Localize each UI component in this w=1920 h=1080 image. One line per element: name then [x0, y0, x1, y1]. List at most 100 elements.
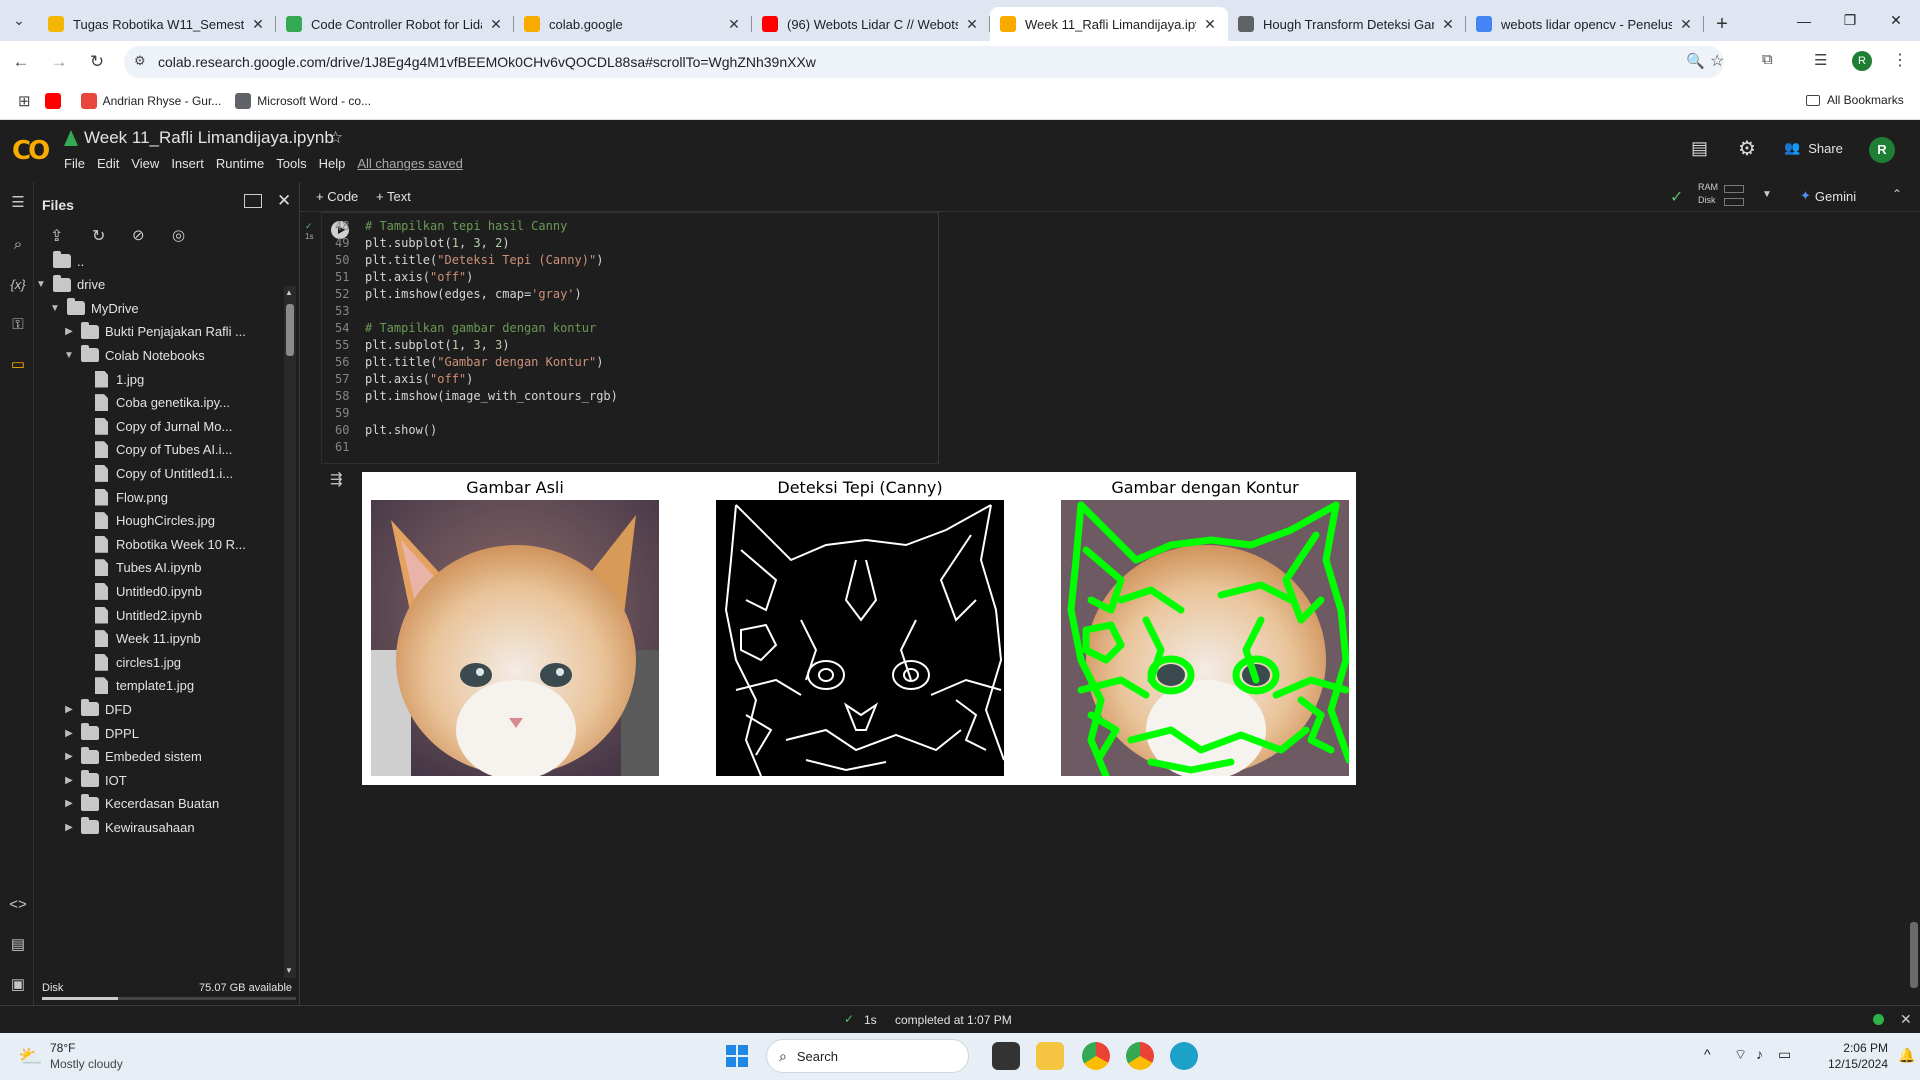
- tab-close-icon[interactable]: ✕: [1202, 16, 1218, 33]
- tab-4[interactable]: Week 11_Rafli Limandijaya.ipyn ✕: [990, 7, 1228, 41]
- zoom-icon[interactable]: 🔍: [1686, 52, 1705, 70]
- code-line[interactable]: 59: [335, 405, 365, 422]
- expand-right-arrow-icon[interactable]: ▶: [62, 798, 76, 809]
- notification-bell-icon[interactable]: 🔔: [1898, 1047, 1915, 1064]
- expand-right-arrow-icon[interactable]: ▶: [62, 326, 76, 337]
- code-line[interactable]: 56 plt.title("Gambar dengan Kontur"): [335, 354, 603, 371]
- clock-time[interactable]: 2:06 PM: [1808, 1041, 1888, 1055]
- chrome-profile-1-icon[interactable]: [1082, 1042, 1110, 1070]
- code-line[interactable]: 60 plt.show(): [335, 422, 437, 439]
- upload-icon[interactable]: ⇪: [50, 226, 63, 246]
- notebook-title[interactable]: Week 11_Rafli Limandijaya.ipynb: [84, 128, 334, 148]
- chrome-profile-2-icon[interactable]: [1126, 1042, 1154, 1070]
- tab-close-icon[interactable]: ✕: [726, 16, 742, 33]
- edge-icon[interactable]: [1170, 1042, 1198, 1070]
- terminal-icon[interactable]: ▣: [7, 974, 29, 996]
- variables-icon[interactable]: {x}: [7, 274, 29, 296]
- code-line[interactable]: 58 plt.imshow(image_with_contours_rgb): [335, 388, 618, 405]
- close-status-icon[interactable]: ✕: [1900, 1011, 1912, 1028]
- tab-3[interactable]: (96) Webots Lidar C // Webots ✕: [752, 7, 990, 41]
- all-bookmarks-folder[interactable]: All Bookmarks: [1806, 93, 1904, 107]
- settings-gear-icon[interactable]: ⚙: [1738, 136, 1756, 161]
- hide-files-icon[interactable]: ◎: [172, 226, 185, 244]
- clock-date[interactable]: 12/15/2024: [1808, 1057, 1888, 1071]
- file-tree-scroll-thumb[interactable]: [286, 304, 294, 356]
- collapse-chevron-icon[interactable]: ⌃: [1892, 187, 1902, 201]
- tab-6[interactable]: webots lidar opencv - Penelusu ✕: [1466, 7, 1704, 41]
- apps-grid-icon[interactable]: ⊞: [18, 92, 31, 110]
- save-status[interactable]: All changes saved: [357, 156, 463, 171]
- open-in-tab-icon[interactable]: [244, 194, 262, 208]
- tab-0[interactable]: Tugas Robotika W11_Semester ✕: [38, 7, 276, 41]
- menu-item-runtime[interactable]: Runtime: [216, 156, 264, 171]
- bookmark-0[interactable]: [44, 93, 67, 109]
- tab-close-icon[interactable]: ✕: [250, 16, 266, 33]
- scroll-up-arrow-icon[interactable]: ▲: [285, 288, 293, 297]
- refresh-icon[interactable]: ↻: [92, 226, 105, 246]
- expand-right-arrow-icon[interactable]: ▶: [62, 728, 76, 739]
- tab-1[interactable]: Code Controller Robot for Lidar ✕: [276, 7, 514, 41]
- colab-logo[interactable]: CO: [12, 136, 50, 166]
- star-icon[interactable]: ☆: [328, 128, 343, 148]
- code-line[interactable]: 50 plt.title("Deteksi Tepi (Canny)"): [335, 252, 603, 269]
- status-message[interactable]: completed at 1:07 PM: [895, 1013, 1012, 1027]
- menu-item-view[interactable]: View: [131, 156, 159, 171]
- tab-2[interactable]: colab.google ✕: [514, 7, 752, 41]
- share-button[interactable]: 👥 Share: [1784, 140, 1843, 156]
- close-window-button[interactable]: ✕: [1873, 0, 1919, 41]
- profile-avatar[interactable]: R: [1852, 51, 1872, 71]
- table-of-contents-icon[interactable]: ☰: [7, 192, 29, 214]
- media-icon[interactable]: ☰: [1814, 51, 1827, 69]
- wifi-icon[interactable]: ⌔: [1734, 1046, 1747, 1064]
- tray-chevron-icon[interactable]: ^: [1704, 1046, 1711, 1062]
- minimize-button[interactable]: —: [1781, 0, 1827, 41]
- expand-right-arrow-icon[interactable]: ▶: [62, 775, 76, 786]
- forward-icon[interactable]: →: [42, 45, 76, 79]
- file-tree-scrollbar[interactable]: [284, 286, 296, 978]
- code-line[interactable]: 51 plt.axis("off"): [335, 269, 473, 286]
- code-snippets-icon[interactable]: <>: [7, 894, 29, 916]
- expand-right-arrow-icon[interactable]: ▶: [62, 822, 76, 833]
- tab-close-icon[interactable]: ✕: [1678, 16, 1694, 33]
- expand-right-arrow-icon[interactable]: ▶: [62, 751, 76, 762]
- close-panel-icon[interactable]: ✕: [277, 191, 291, 211]
- resource-dropdown-icon[interactable]: ▼: [1762, 189, 1772, 200]
- scroll-down-arrow-icon[interactable]: ▼: [285, 966, 293, 975]
- folder-item[interactable]: ▶ Kewirausahaan: [62, 813, 195, 841]
- menu-item-insert[interactable]: Insert: [171, 156, 204, 171]
- code-line[interactable]: 61: [335, 439, 365, 456]
- weather-temp[interactable]: 78°F: [50, 1041, 75, 1055]
- add-text-button[interactable]: + Text: [376, 189, 411, 204]
- menu-item-edit[interactable]: Edit: [97, 156, 119, 171]
- files-folder-icon[interactable]: ▭: [7, 354, 29, 376]
- expand-right-arrow-icon[interactable]: ▶: [62, 704, 76, 715]
- reload-icon[interactable]: ↻: [80, 45, 114, 79]
- secrets-key-icon[interactable]: ⚿: [7, 314, 29, 336]
- gemini-button[interactable]: ✦ Gemini: [1800, 188, 1856, 204]
- taskbar-search-box[interactable]: ⌕ Search: [766, 1039, 969, 1073]
- code-line[interactable]: 49 plt.subplot(1, 3, 2): [335, 235, 510, 252]
- site-info-icon[interactable]: ⚙: [134, 53, 146, 69]
- expand-down-arrow-icon[interactable]: ▼: [34, 279, 48, 290]
- bookmark-2[interactable]: Microsoft Word - co...: [235, 93, 371, 109]
- address-bar[interactable]: ⚙ colab.research.google.com/drive/1J8Eg4…: [124, 46, 1724, 78]
- ram-label[interactable]: RAM: [1698, 182, 1718, 192]
- extensions-icon[interactable]: ⧉: [1762, 51, 1773, 68]
- volume-icon[interactable]: ♪: [1756, 1046, 1763, 1062]
- code-line[interactable]: 53: [335, 303, 365, 320]
- unmount-drive-icon[interactable]: ⊘: [132, 226, 145, 244]
- search-icon[interactable]: ⌕: [7, 234, 29, 256]
- tab-close-icon[interactable]: ✕: [1440, 16, 1456, 33]
- user-avatar[interactable]: R: [1869, 137, 1895, 163]
- new-tab-button[interactable]: +: [1704, 7, 1740, 41]
- tab-5[interactable]: Hough Transform Deteksi Garis ✕: [1228, 7, 1466, 41]
- restore-button[interactable]: ❐: [1827, 0, 1873, 41]
- battery-icon[interactable]: ▭: [1778, 1046, 1791, 1063]
- code-line[interactable]: 52 plt.imshow(edges, cmap='gray'): [335, 286, 582, 303]
- tab-close-icon[interactable]: ✕: [964, 16, 980, 33]
- file-explorer-icon[interactable]: [1036, 1042, 1064, 1070]
- back-icon[interactable]: ←: [4, 45, 38, 79]
- code-line[interactable]: 54 # Tampilkan gambar dengan kontur: [335, 320, 596, 337]
- bookmark-star-icon[interactable]: ☆: [1710, 51, 1724, 71]
- weather-desc[interactable]: Mostly cloudy: [50, 1057, 123, 1071]
